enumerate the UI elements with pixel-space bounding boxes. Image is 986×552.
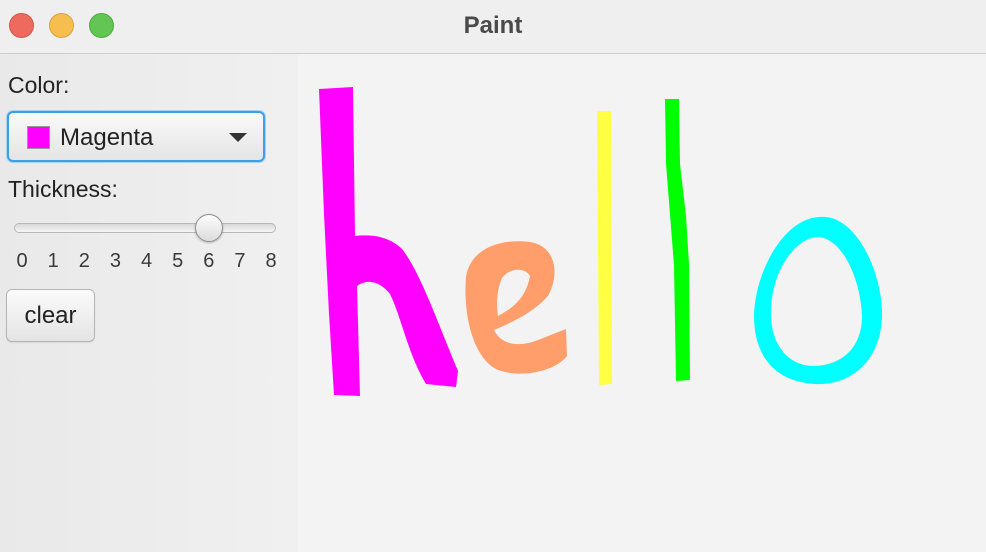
stroke-l-yellow bbox=[597, 111, 612, 385]
title-bar: Paint bbox=[0, 0, 986, 54]
thickness-tick-8: 8 bbox=[265, 250, 277, 272]
canvas-drawing bbox=[319, 87, 883, 396]
thickness-tick-0: 0 bbox=[16, 250, 28, 272]
window-title: Paint bbox=[463, 12, 523, 39]
thickness-tick-4: 4 bbox=[140, 250, 153, 272]
thickness-tick-3: 3 bbox=[109, 250, 121, 272]
thickness-slider-thumb[interactable] bbox=[194, 214, 223, 242]
selected-color-label: Magenta bbox=[60, 124, 154, 151]
thickness-tick-7: 7 bbox=[234, 250, 246, 272]
thickness-label: Thickness: bbox=[8, 176, 118, 202]
clear-button[interactable]: clear bbox=[6, 289, 95, 342]
stroke-e-orange bbox=[465, 241, 567, 374]
stroke-l-green bbox=[665, 99, 690, 381]
stroke-h-magenta bbox=[319, 87, 458, 396]
thickness-tick-6: 6 bbox=[203, 250, 215, 272]
stroke-o-cyan bbox=[754, 216, 883, 385]
color-label: Color: bbox=[8, 72, 70, 98]
color-dropdown[interactable]: Magenta bbox=[7, 111, 265, 162]
chevron-down-icon bbox=[229, 133, 247, 142]
thickness-slider-track[interactable] bbox=[14, 223, 276, 233]
paint-window: Paint Color: Magenta Thickness: 01234567… bbox=[0, 0, 986, 552]
drawing-canvas[interactable] bbox=[298, 54, 986, 552]
thickness-tick-2: 2 bbox=[78, 250, 90, 272]
sidebar: Color: Magenta Thickness: 012345678 clea… bbox=[0, 54, 298, 552]
thickness-tick-1: 1 bbox=[47, 250, 59, 272]
color-swatch bbox=[27, 126, 50, 149]
thickness-tick-5: 5 bbox=[172, 250, 184, 272]
